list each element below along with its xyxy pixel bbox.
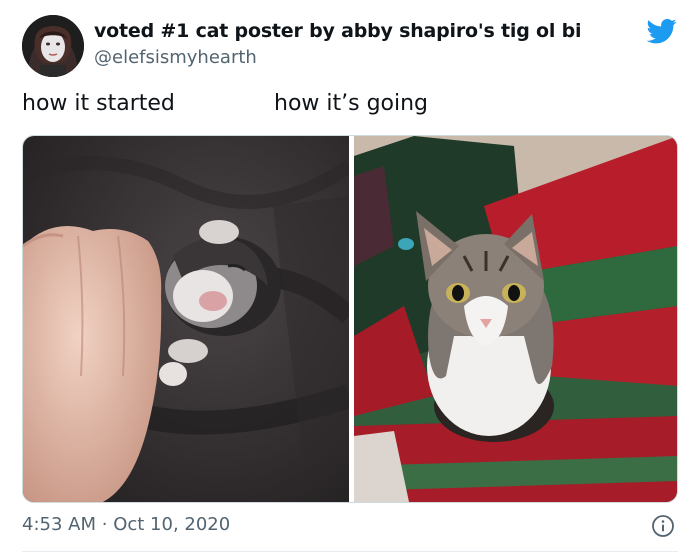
avatar[interactable] xyxy=(22,15,84,77)
bottom-divider xyxy=(22,551,678,552)
tweet-timestamp[interactable]: 4:53 AM · Oct 10, 2020 xyxy=(22,514,230,535)
display-name[interactable]: voted #1 cat poster by abby shapiro's ti… xyxy=(94,20,582,42)
tweet-media[interactable] xyxy=(22,135,678,503)
user-handle[interactable]: @elefsismyhearth xyxy=(94,47,257,68)
tweet-time[interactable]: 4:53 AM xyxy=(22,514,96,535)
twitter-bird-icon[interactable] xyxy=(646,16,678,46)
caption-how-its-going: how it’s going xyxy=(274,91,429,116)
kitten-photo[interactable] xyxy=(23,136,349,502)
timestamp-separator: · xyxy=(101,514,108,535)
caption-how-it-started: how it started xyxy=(22,91,175,116)
info-icon[interactable] xyxy=(651,514,675,538)
tweet-date[interactable]: Oct 10, 2020 xyxy=(113,514,230,535)
cat-photo[interactable] xyxy=(354,136,677,502)
